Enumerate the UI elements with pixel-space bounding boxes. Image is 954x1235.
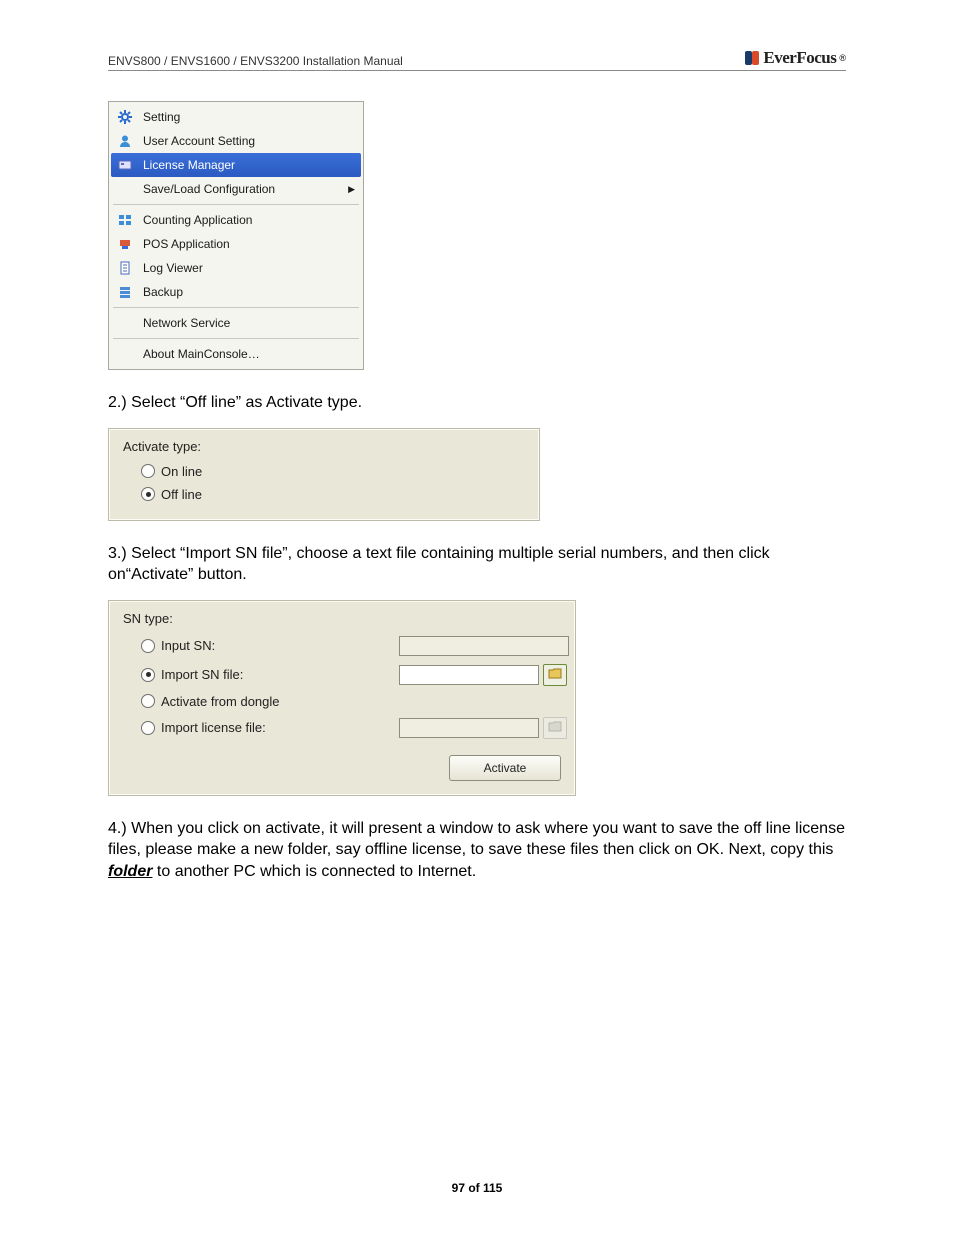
menu-item-label: About MainConsole… <box>143 347 260 361</box>
menu-item-save-load[interactable]: Save/Load Configuration ▶ <box>111 177 361 201</box>
sn-type-label: SN type: <box>123 611 561 626</box>
radio-icon <box>141 668 155 682</box>
menu-item-network-service[interactable]: Network Service <box>111 311 361 335</box>
brand-name: EverFocus <box>763 48 836 68</box>
radio-input-sn[interactable]: Input SN: <box>141 638 391 653</box>
submenu-arrow-icon: ▶ <box>348 184 355 195</box>
menu-separator <box>113 307 359 308</box>
step4-pre: 4.) When you click on activate, it will … <box>108 820 845 859</box>
step4-post: to another PC which is connected to Inte… <box>152 863 476 880</box>
browse-license-button <box>543 717 567 739</box>
menu-item-label: Setting <box>143 110 180 124</box>
activate-button[interactable]: Activate <box>449 755 561 781</box>
counting-icon <box>117 212 133 228</box>
blank-icon <box>117 346 133 362</box>
menu-item-label: Backup <box>143 285 183 299</box>
menu-item-label: POS Application <box>143 237 230 251</box>
page-footer: 97 of 115 <box>0 1181 954 1195</box>
activate-type-panel: Activate type: On line Off line <box>108 428 540 521</box>
log-icon <box>117 260 133 276</box>
radio-label: Input SN: <box>161 638 215 653</box>
menu-item-log-viewer[interactable]: Log Viewer <box>111 256 361 280</box>
step4-text: 4.) When you click on activate, it will … <box>108 818 846 883</box>
header-title: ENVS800 / ENVS1600 / ENVS3200 Installati… <box>108 54 403 68</box>
blank-icon <box>117 315 133 331</box>
menu-item-backup[interactable]: Backup <box>111 280 361 304</box>
folder-icon <box>548 667 562 682</box>
blank-icon <box>117 181 133 197</box>
menu-item-license-manager[interactable]: License Manager <box>111 153 361 177</box>
menu-separator <box>113 204 359 205</box>
step2-text: 2.) Select “Off line” as Activate type. <box>108 392 846 414</box>
activate-type-label: Activate type: <box>123 439 525 454</box>
step3-text: 3.) Select “Import SN file”, choose a te… <box>108 543 846 586</box>
import-sn-file-field[interactable] <box>399 665 539 685</box>
sn-type-panel: SN type: Input SN: Import SN file: <box>108 600 576 796</box>
page-header: ENVS800 / ENVS1600 / ENVS3200 Installati… <box>108 48 846 71</box>
gear-icon <box>117 109 133 125</box>
menu-separator <box>113 338 359 339</box>
license-icon <box>117 157 133 173</box>
menu-item-label: Save/Load Configuration <box>143 182 275 196</box>
radio-icon <box>141 487 155 501</box>
backup-icon <box>117 284 133 300</box>
context-menu: Setting User Account Setting License Man… <box>108 101 364 370</box>
radio-label: Activate from dongle <box>161 694 280 709</box>
folder-icon <box>548 720 562 735</box>
import-license-file-field <box>399 718 539 738</box>
everfocus-icon <box>743 49 761 67</box>
radio-icon <box>141 464 155 478</box>
input-sn-field <box>399 636 569 656</box>
menu-item-label: User Account Setting <box>143 134 255 148</box>
radio-import-sn-file[interactable]: Import SN file: <box>141 667 391 682</box>
menu-item-label: Counting Application <box>143 213 252 227</box>
menu-item-pos-app[interactable]: POS Application <box>111 232 361 256</box>
radio-label: Import license file: <box>161 720 266 735</box>
menu-item-about[interactable]: About MainConsole… <box>111 342 361 366</box>
menu-item-label: Log Viewer <box>143 261 203 275</box>
menu-item-counting-app[interactable]: Counting Application <box>111 208 361 232</box>
radio-activate-dongle[interactable]: Activate from dongle <box>141 694 391 709</box>
menu-item-label: Network Service <box>143 316 230 330</box>
radio-label: Import SN file: <box>161 667 243 682</box>
browse-sn-button[interactable] <box>543 664 567 686</box>
step4-em: folder <box>108 863 152 880</box>
radio-icon <box>141 721 155 735</box>
registered-icon: ® <box>839 53 846 63</box>
pos-icon <box>117 236 133 252</box>
menu-item-setting[interactable]: Setting <box>111 105 361 129</box>
user-icon <box>117 133 133 149</box>
menu-item-label: License Manager <box>143 158 235 172</box>
radio-icon <box>141 639 155 653</box>
brand-logo: EverFocus ® <box>743 48 846 68</box>
radio-online[interactable]: On line <box>123 460 525 483</box>
radio-import-license-file[interactable]: Import license file: <box>141 720 391 735</box>
menu-item-user-account[interactable]: User Account Setting <box>111 129 361 153</box>
radio-label: On line <box>161 464 202 479</box>
radio-label: Off line <box>161 487 202 502</box>
radio-offline[interactable]: Off line <box>123 483 525 506</box>
radio-icon <box>141 694 155 708</box>
